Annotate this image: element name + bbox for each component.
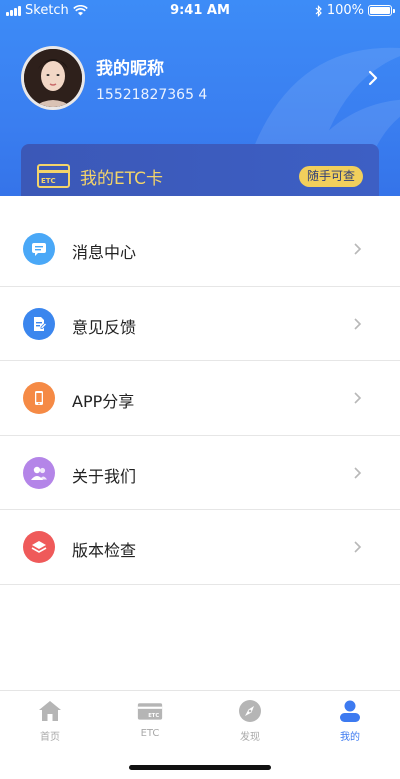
menu-list: 消息中心 意见反馈 APP分享 关于我们 版本检查: [0, 212, 400, 585]
menu-label: 版本检查: [72, 541, 137, 560]
menu-label: 关于我们: [72, 466, 137, 486]
menu-label: 消息中心: [72, 243, 137, 262]
nickname: 我的昵称: [96, 59, 164, 79]
tab-mine[interactable]: 我的: [300, 691, 400, 746]
phone-share-icon: [23, 382, 55, 414]
chevron-right-icon[interactable]: [366, 68, 380, 88]
menu-item-version-check[interactable]: 版本检查: [0, 510, 400, 585]
status-right: 100%: [315, 3, 395, 18]
status-bar: Sketch 9:41 AM 100%: [0, 0, 400, 22]
tab-home[interactable]: 首页: [0, 691, 100, 746]
chevron-right-icon: [354, 392, 362, 404]
tab-label: 我的: [340, 732, 360, 743]
tab-discover[interactable]: 发现: [200, 691, 300, 746]
home-icon: [39, 701, 61, 721]
chevron-right-icon: [354, 541, 362, 553]
chevron-right-icon: [354, 466, 362, 479]
battery-icon: [368, 5, 395, 16]
menu-item-about-us[interactable]: 关于我们: [0, 436, 400, 510]
battery-percent: 100%: [326, 3, 364, 18]
profile-icon: [340, 700, 360, 722]
menu-label: 意见反馈: [72, 317, 137, 337]
compass-icon: [239, 700, 261, 722]
menu-item-app-share[interactable]: APP分享: [0, 361, 400, 436]
avatar-portrait-icon: [24, 49, 82, 107]
feedback-icon: [23, 307, 55, 340]
chevron-right-icon: [354, 243, 362, 255]
home-indicator[interactable]: [129, 765, 271, 770]
menu-label: APP分享: [72, 392, 135, 411]
tab-etc[interactable]: ETC ETC: [100, 691, 200, 746]
menu-item-messages[interactable]: 消息中心: [0, 212, 400, 287]
users-icon: [23, 456, 55, 489]
tab-label: ETC: [140, 728, 160, 739]
svg-text:ETC: ETC: [148, 713, 159, 719]
menu-item-feedback[interactable]: 意见反馈: [0, 287, 400, 361]
avatar[interactable]: [21, 46, 85, 110]
etc-card-icon: ETC: [137, 703, 163, 720]
phone-number: 15521827365 4: [96, 87, 208, 103]
bluetooth-icon: [315, 4, 322, 17]
chevron-right-icon: [354, 317, 362, 330]
tab-label: 发现: [240, 732, 260, 743]
battery-fill: [370, 7, 390, 14]
message-icon: [23, 233, 55, 265]
layers-icon: [23, 531, 55, 563]
tab-bar: 首页 ETC ETC 发现 我的: [0, 690, 400, 746]
tab-label: 首页: [40, 732, 60, 743]
